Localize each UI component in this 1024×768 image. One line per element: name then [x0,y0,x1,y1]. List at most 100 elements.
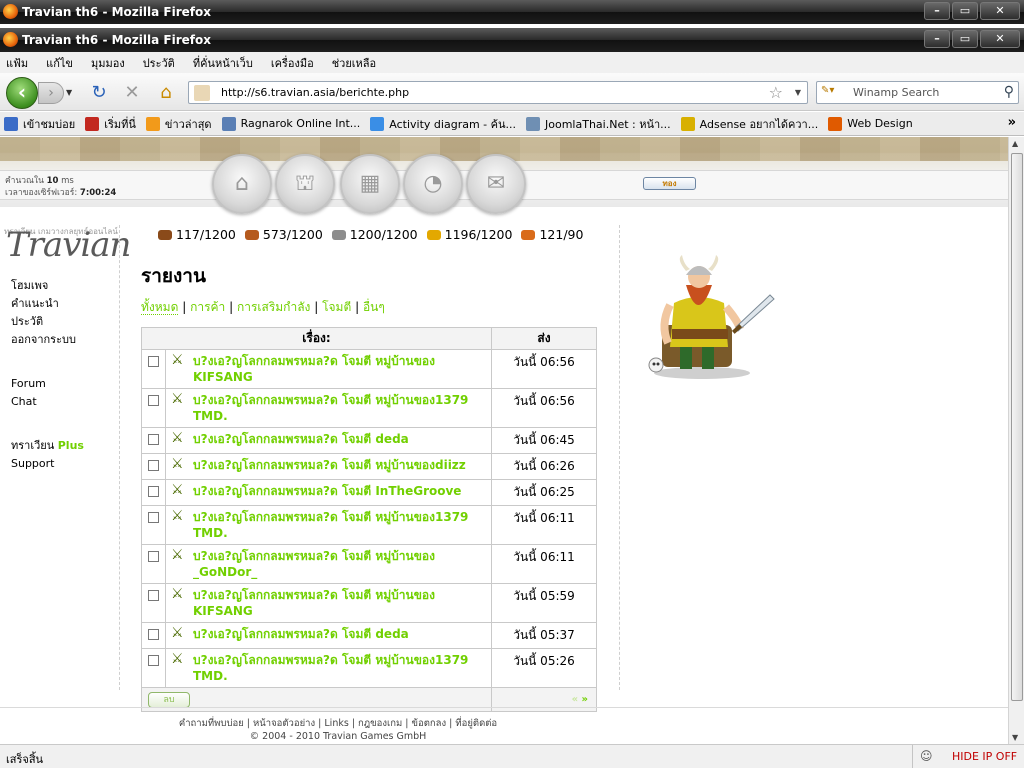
restore-icon[interactable]: ▭ [952,30,978,48]
sidebar-item-chat[interactable]: Chat [11,393,46,411]
url-dropdown-icon[interactable]: ▼ [795,88,801,97]
bookmarks-overflow-icon[interactable]: » [1008,115,1016,130]
report-link[interactable]: บ?งเอ?ญโลกกลมพรหมล?ด โจมตี deda [193,626,409,642]
reports-icon[interactable]: ✉ [466,154,526,214]
vertical-scrollbar[interactable]: ▲ ▼ [1008,137,1024,744]
table-row: ⚔ บ?งเอ?ญโลกกลมพรหมล?ด โจมตี หมู่บ้านของ1… [141,388,597,428]
resource-value: 1200/1200 [349,227,418,242]
forward-button[interactable]: › [38,82,64,104]
table-header-row: เรื่อง: ส่ง [141,327,597,350]
sidebar-item-home[interactable]: โฮมเพจ [11,277,76,295]
sidebar-item-plus[interactable]: ทราเวียน Plus [11,437,84,455]
bookmark-item[interactable]: Activity diagram - ค้น... [370,115,516,133]
hide-ip-toggle[interactable]: HIDE IP OFF [952,750,1017,763]
search-input[interactable]: Winamp Search [853,86,939,99]
menu-file[interactable]: แฟ้ม [6,54,28,72]
scroll-up-icon[interactable]: ▲ [1012,139,1018,148]
row-checkbox[interactable] [148,512,159,523]
tab-trade[interactable]: การค้า [190,300,225,314]
report-link[interactable]: บ?งเอ?ญโลกกลมพรหมล?ด โจมตี หมู่บ้านของ13… [193,392,468,424]
search-go-icon[interactable]: ⚲ [1004,84,1014,100]
history-dropdown-icon[interactable]: ▼ [66,88,72,97]
row-select-cell [141,648,166,688]
clay-icon [244,229,259,240]
sidebar-item-forum[interactable]: Forum [11,375,46,393]
bookmark-item[interactable]: เริ่มที่นี่ [85,115,136,133]
menu-view[interactable]: มุมมอง [91,54,125,72]
footer-link-links[interactable]: Links [324,718,348,729]
row-checkbox[interactable] [148,629,159,640]
tab-attack[interactable]: โจมตี [322,300,351,314]
sidebar-item-instructions[interactable]: คำแนะนำ [11,295,76,313]
village-overview-icon[interactable]: ⌂ [212,154,272,214]
report-link[interactable]: บ?งเอ?ญโลกกลมพรหมล?ด โจมตี หมู่บ้านของdi… [193,457,466,473]
row-checkbox[interactable] [148,434,159,445]
footer-link-faq[interactable]: คำถามที่พบบ่อย [179,718,244,729]
report-link[interactable]: บ?งเอ?ญโลกกลมพรหมล?ด โจมตี หมู่บ้านของ13… [193,509,468,541]
menu-help[interactable]: ช่วยเหลือ [332,54,376,72]
footer-link-terms[interactable]: ข้อตกลง [412,718,447,729]
pager-next-icon[interactable]: » [582,694,588,705]
report-subject-line1: บ?งเอ?ญโลกกลมพรหมล?ด โจมตี หมู่บ้านของ [193,354,435,368]
report-link[interactable]: บ?งเอ?ญโลกกลมพรหมล?ด โจมตี หมู่บ้านของ KI… [193,587,435,619]
menu-history[interactable]: ประวัติ [143,54,175,72]
close-icon[interactable]: ✕ [980,30,1020,48]
window-controls: – ▭ ✕ [924,30,1020,48]
search-bar[interactable]: ✎▾ Winamp Search ⚲ [816,81,1019,104]
footer-link-screenshots[interactable]: หน้าจอตัวอย่าง [253,718,315,729]
search-engine-icon[interactable]: ✎▾ [821,85,847,101]
bookmark-item[interactable]: Web Design [828,116,913,131]
row-checkbox[interactable] [148,460,159,471]
minimize-icon[interactable]: – [924,2,950,20]
village-center-icon[interactable]: ⛫ [275,154,335,214]
bookmark-item[interactable]: Adsense อยากได้ควา... [680,115,818,133]
sidebar-item-logout[interactable]: ออกจากระบบ [11,331,76,349]
statistics-icon[interactable]: ◔ [403,154,463,214]
row-checkbox[interactable] [148,655,159,666]
home-icon[interactable]: ⌂ [155,82,177,104]
report-link[interactable]: บ?งเอ?ญโลกกลมพรหมล?ด โจมตี หมู่บ้านของ KI… [193,353,435,385]
url-text[interactable]: http://s6.travian.asia/berichte.php [221,86,409,99]
bookmark-item[interactable]: Ragnarok Online Int... [221,116,360,131]
map-icon[interactable]: ▦ [340,154,400,214]
menu-tools[interactable]: เครื่องมือ [271,54,314,72]
close-icon[interactable]: ✕ [980,2,1020,20]
scroll-down-icon[interactable]: ▼ [1012,733,1018,742]
addon-icon[interactable]: ☺ [920,749,936,763]
report-link[interactable]: บ?งเอ?ญโลกกลมพรหมล?ด โจมตี หมู่บ้านของ _G… [193,548,435,580]
report-link[interactable]: บ?งเอ?ญโลกกลมพรหมล?ด โจมตี หมู่บ้านของ13… [193,652,468,684]
footer-link-rules[interactable]: กฎของเกม [358,718,402,729]
gold-button[interactable]: ทอง [643,177,696,190]
iron-icon [331,229,346,240]
report-link[interactable]: บ?งเอ?ญโลกกลมพรหมล?ด โจมตี InTheGroove [193,483,461,499]
sidebar-item-profile[interactable]: ประวัติ [11,313,76,331]
sidebar-item-support[interactable]: Support [11,455,84,473]
row-checkbox[interactable] [148,356,159,367]
menu-bookmarks[interactable]: ที่คั่นหน้าเว็บ [193,54,253,72]
row-checkbox[interactable] [148,551,159,562]
bookmark-item[interactable]: JoomlaThai.Net : หน้า... [526,115,671,133]
reload-icon[interactable]: ↻ [88,82,110,104]
report-link[interactable]: บ?งเอ?ญโลกกลมพรหมล?ด โจมตี deda [193,431,409,447]
stop-icon[interactable]: ✕ [121,82,143,104]
tab-other[interactable]: อื่นๆ [363,300,385,314]
tab-reinforcement[interactable]: การเสริมกำลัง [237,300,310,314]
back-button[interactable]: ‹ [6,77,38,109]
tab-all[interactable]: ทั้งหมด [141,300,179,315]
delete-button[interactable]: ลบ [148,692,190,708]
scrollbar-thumb[interactable] [1011,153,1023,701]
row-checkbox[interactable] [148,486,159,497]
bookmark-item[interactable]: เข้าชมบ่อย [4,115,75,133]
background-window-controls: – ▭ ✕ [924,2,1020,20]
travian-logo[interactable]: Travian [6,225,131,265]
restore-icon[interactable]: ▭ [952,2,978,20]
site-identity-icon[interactable] [194,85,210,101]
address-bar[interactable]: http://s6.travian.asia/berichte.php ☆ ▼ [188,81,808,104]
bookmark-item[interactable]: ข่าวล่าสุด [145,115,212,133]
minimize-icon[interactable]: – [924,30,950,48]
row-checkbox[interactable] [148,590,159,601]
footer-link-contact[interactable]: ที่อยู่ติดต่อ [455,718,497,729]
bookmark-star-icon[interactable]: ☆ [769,83,783,102]
row-checkbox[interactable] [148,395,159,406]
menu-edit[interactable]: แก้ไข [46,54,73,72]
